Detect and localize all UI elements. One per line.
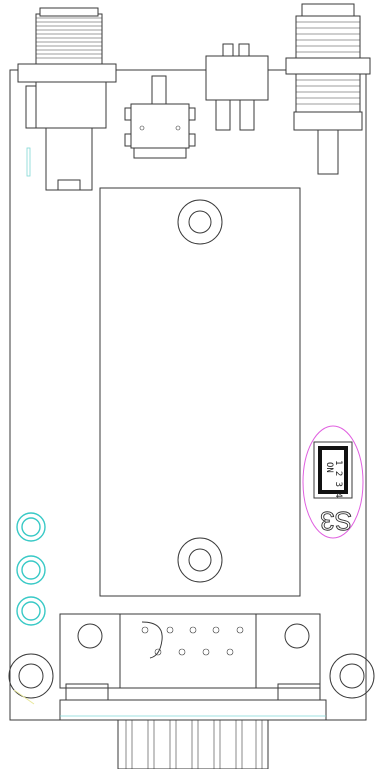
- switch-position-labels: 1 2 3 4: [333, 460, 343, 498]
- mounting-hole-bottom: [177, 537, 223, 583]
- mounting-hole-right: [329, 653, 375, 699]
- sma-connector-left[interactable]: [17, 7, 117, 191]
- sma-connector-right[interactable]: [285, 3, 371, 175]
- mounting-hole-left: [8, 653, 54, 705]
- db9-pins: [141, 626, 244, 656]
- led-1: [16, 512, 46, 542]
- rf-module: [99, 187, 301, 597]
- led-3: [16, 596, 46, 626]
- db9-connector[interactable]: [59, 613, 327, 769]
- dip-switch-s3[interactable]: ON 1 2 3 4 S3: [302, 425, 364, 539]
- push-button[interactable]: [124, 75, 196, 159]
- pcb-drawing: ON 1 2 3 4 S3: [8, 3, 375, 769]
- component-label-s3: S3: [320, 506, 352, 536]
- mounting-hole-top: [177, 199, 223, 245]
- db9-leads: [125, 720, 263, 769]
- switch-on-label: ON: [324, 462, 334, 473]
- led-2: [16, 555, 46, 585]
- jumper-switch[interactable]: [205, 43, 269, 131]
